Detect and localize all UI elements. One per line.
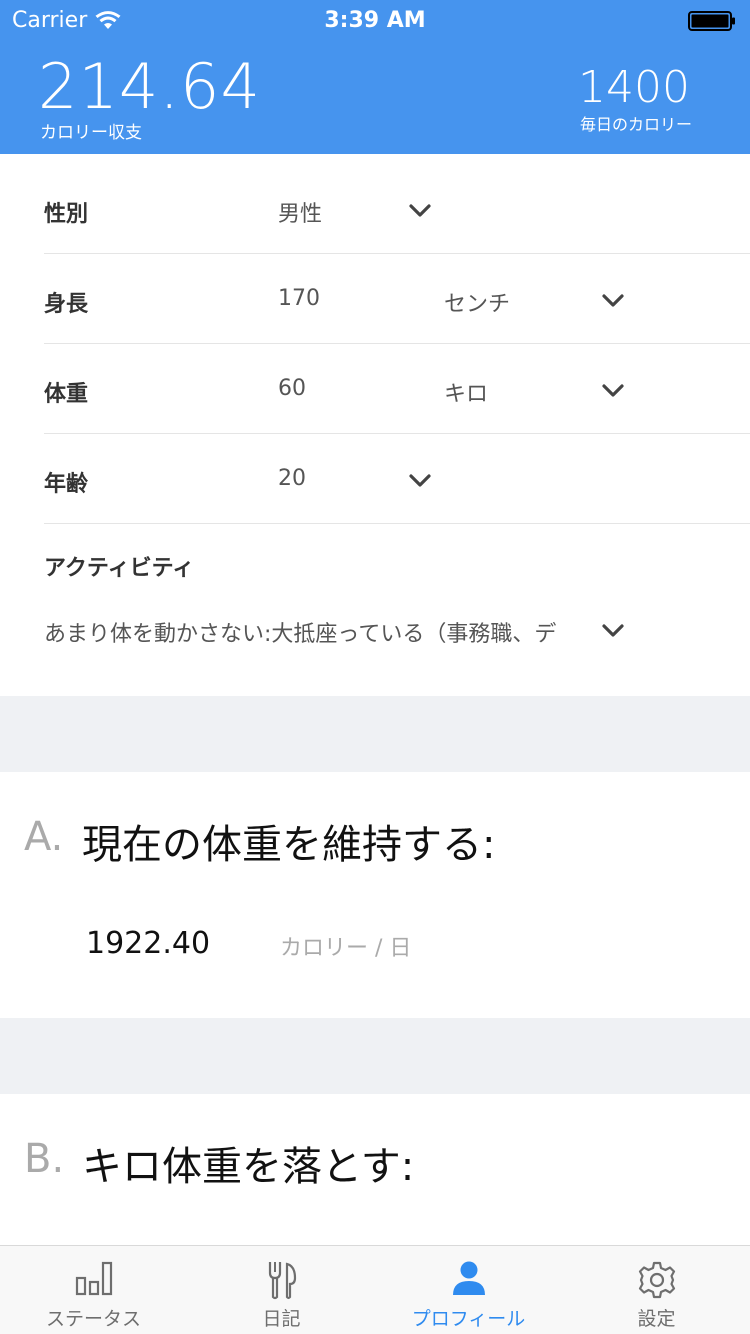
- age-select[interactable]: 20: [278, 466, 306, 491]
- chevron-down-icon[interactable]: [602, 384, 624, 398]
- height-label: 身長: [44, 292, 89, 317]
- status-bar: Carrier 3:39 AM: [0, 0, 750, 40]
- height-row: 身長 170 センチ: [44, 254, 750, 344]
- gender-row: 性別 男性: [44, 164, 750, 254]
- person-icon: [452, 1261, 485, 1295]
- section-a-title: 現在の体重を維持する:: [82, 822, 496, 868]
- chevron-down-icon[interactable]: [409, 204, 431, 218]
- battery-icon: [688, 11, 735, 31]
- maintain-calories-value: 1922.40: [86, 926, 211, 961]
- chevron-down-icon[interactable]: [602, 294, 624, 308]
- maintain-weight-section: A. 現在の体重を維持する: 1922.40 カロリー / 日: [0, 772, 750, 1018]
- header: Carrier 3:39 AM 214.64 カロリー収支 1400 毎日のカロ…: [0, 0, 750, 154]
- section-b-title: キロ体重を落とす:: [82, 1144, 415, 1190]
- tab-profile-label: プロフィール: [411, 1308, 526, 1330]
- activity-select[interactable]: あまり体を動かさない:大抵座っている（事務職、デ: [44, 616, 604, 648]
- tab-bar: ステータス 日記 プロフィール 設定: [0, 1245, 750, 1334]
- gender-label: 性別: [44, 202, 89, 227]
- age-label: 年齢: [44, 472, 89, 497]
- section-a-letter: A.: [24, 814, 64, 860]
- daily-calories-value: 1400: [578, 62, 690, 113]
- tab-profile[interactable]: プロフィール: [375, 1246, 562, 1334]
- tab-settings[interactable]: 設定: [563, 1246, 750, 1334]
- tab-status-label: ステータス: [45, 1308, 141, 1330]
- status-time: 3:39 AM: [324, 8, 426, 33]
- section-spacer: [0, 696, 750, 772]
- daily-calories-label: 毎日のカロリー: [579, 115, 692, 134]
- section-spacer: [0, 1018, 750, 1094]
- calorie-balance-label: カロリー収支: [40, 123, 142, 143]
- lose-weight-section: B. キロ体重を落とす:: [0, 1094, 750, 1245]
- weight-unit-select[interactable]: キロ: [444, 376, 488, 408]
- tab-diary[interactable]: 日記: [188, 1246, 375, 1334]
- weight-label: 体重: [44, 382, 89, 407]
- fork-knife-icon: [268, 1262, 296, 1300]
- height-unit-select[interactable]: センチ: [444, 286, 510, 318]
- tab-diary-label: 日記: [262, 1308, 301, 1330]
- calorie-balance-value: 214.64: [38, 50, 261, 123]
- chevron-down-icon[interactable]: [602, 624, 624, 638]
- tab-settings-label: 設定: [637, 1308, 676, 1330]
- tab-status[interactable]: ステータス: [0, 1246, 187, 1334]
- chevron-down-icon[interactable]: [409, 474, 431, 488]
- activity-label: アクティビティ: [44, 556, 195, 581]
- weight-input[interactable]: 60: [278, 376, 306, 401]
- gender-select[interactable]: 男性: [278, 196, 322, 228]
- weight-row: 体重 60 キロ: [44, 344, 750, 434]
- height-input[interactable]: 170: [278, 286, 320, 311]
- profile-form: 性別 男性 身長 170 センチ 体重 60 キロ 年齢 20 アクティビティ …: [0, 154, 750, 696]
- gear-icon: [638, 1261, 675, 1299]
- age-row: 年齢 20: [44, 434, 750, 524]
- bar-chart-icon: [75, 1261, 112, 1296]
- maintain-calories-unit: カロリー / 日: [280, 936, 412, 961]
- section-b-letter: B.: [24, 1136, 65, 1182]
